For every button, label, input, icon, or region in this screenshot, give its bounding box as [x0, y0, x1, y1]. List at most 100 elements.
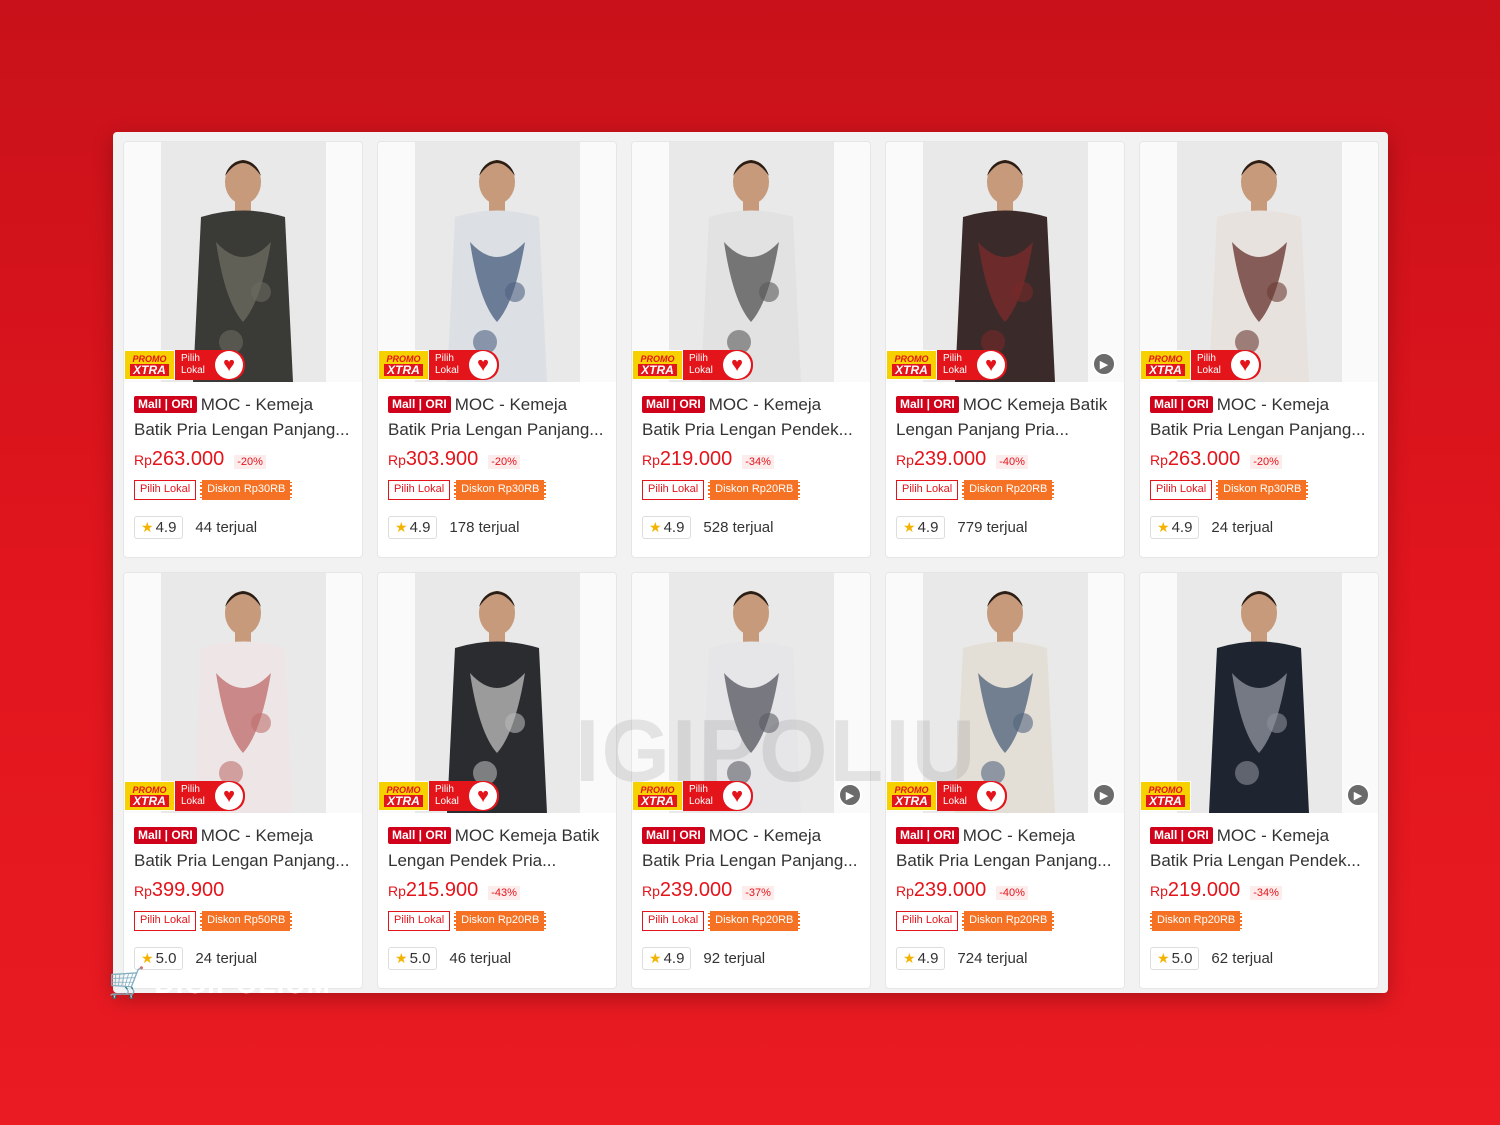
mall-ori-badge: Mall | ORI — [642, 827, 705, 844]
pilih-lokal-tag: Pilih Lokal — [1150, 480, 1213, 500]
product-price: 239.000 — [913, 879, 987, 901]
product-tags: Diskon Rp20RB — [1150, 911, 1368, 931]
sold-count: 92 terjual — [703, 949, 766, 967]
product-title[interactable]: Mall | ORI MOC - Kemeja Batik Pria Lengan… — [1150, 392, 1368, 442]
model-photo — [161, 573, 326, 813]
product-image[interactable]: PROMO XTRA Pilih Lokal ♥ — [378, 573, 616, 813]
rating-row: ★ 4.9 724 terjual — [896, 945, 1114, 971]
promo-xtra-badge: PROMO XTRA — [378, 781, 429, 811]
product-title[interactable]: Mall | ORI MOC - Kemeja Batik Pria Lengan… — [642, 823, 860, 873]
cart-icon: 🛒 — [108, 967, 147, 1000]
model-photo — [415, 142, 580, 382]
rating-badge: ★ 4.9 — [134, 515, 184, 539]
product-price: 263.000 — [151, 448, 225, 470]
currency-label: Rp — [642, 452, 660, 468]
sold-count: 178 terjual — [449, 518, 520, 536]
mall-ori-badge: Mall | ORI — [134, 827, 197, 844]
heart-icon: ♥ — [977, 351, 1005, 379]
heart-icon: ♥ — [723, 351, 751, 379]
product-card[interactable]: PROMO XTRA Pilih Lokal ♥ Mall | ORI MOC - … — [123, 572, 363, 989]
product-price: 263.000 — [1167, 448, 1241, 470]
product-tags: Pilih Lokal Diskon Rp20RB — [896, 911, 1114, 931]
model-photo — [923, 573, 1088, 813]
product-title[interactable]: Mall | ORI MOC - Kemeja Batik Pria Lengan… — [896, 823, 1114, 873]
heart-icon: ♥ — [723, 782, 751, 810]
product-card[interactable]: PROMO XTRA Pilih Lokal ♥ ▶ Mall | ORI MOC … — [631, 572, 871, 989]
diskon-tag: Diskon Rp30RB — [454, 480, 547, 500]
pilih-lokal-badge: Pilih Lokal ♥ — [683, 781, 753, 811]
rating-badge: ★ 5.0 — [1150, 946, 1200, 970]
play-video-icon[interactable]: ▶ — [838, 783, 862, 807]
product-card[interactable]: PROMO XTRA Pilih Lokal ♥ Mall | ORI MOC - … — [377, 141, 617, 558]
currency-label: Rp — [388, 883, 406, 899]
star-icon: ★ — [649, 518, 662, 535]
promo-badges: PROMO XTRA Pilih Lokal ♥ — [124, 350, 245, 382]
product-image[interactable]: PROMO XTRA Pilih Lokal ♥ ▶ — [886, 573, 1124, 813]
currency-label: Rp — [896, 452, 914, 468]
play-video-icon[interactable]: ▶ — [1092, 783, 1116, 807]
sold-count: 24 terjual — [195, 949, 258, 967]
product-image[interactable]: PROMO XTRA ▶ — [1140, 573, 1378, 813]
product-title[interactable]: Mall | ORI MOC - Kemeja Batik Pria Lengan… — [134, 823, 352, 873]
product-card[interactable]: PROMO XTRA Pilih Lokal ♥ ▶ Mall | ORI MOC … — [885, 572, 1125, 989]
product-image[interactable]: PROMO XTRA Pilih Lokal ♥ — [1140, 142, 1378, 382]
heart-icon: ♥ — [469, 782, 497, 810]
promo-xtra-badge: PROMO XTRA — [632, 350, 683, 380]
product-image[interactable]: PROMO XTRA Pilih Lokal ♥ — [124, 142, 362, 382]
mall-ori-badge: Mall | ORI — [388, 827, 451, 844]
pilih-lokal-badge: Pilih Lokal ♥ — [429, 350, 499, 380]
price-row: Rp 263.000 -20% — [134, 448, 352, 472]
product-title[interactable]: Mall | ORI MOC Kemeja Batik Lengan Pendek… — [388, 823, 606, 873]
product-title[interactable]: Mall | ORI MOC - Kemeja Batik Pria Lengan… — [388, 392, 606, 442]
diskon-tag: Diskon Rp20RB — [708, 911, 801, 931]
model-photo — [1177, 573, 1342, 813]
product-price: 239.000 — [659, 879, 733, 901]
product-tags: Pilih Lokal Diskon Rp20RB — [388, 911, 606, 931]
promo-badges: PROMO XTRA Pilih Lokal ♥ — [886, 350, 1007, 382]
sold-count: 44 terjual — [195, 518, 258, 536]
product-title[interactable]: Mall | ORI MOC - Kemeja Batik Pria Lengan… — [134, 392, 352, 442]
star-icon: ★ — [395, 949, 408, 966]
pilih-lokal-tag: Pilih Lokal — [896, 911, 959, 931]
sold-count: 724 terjual — [957, 949, 1028, 967]
product-image[interactable]: PROMO XTRA Pilih Lokal ♥ ▶ — [632, 573, 870, 813]
currency-label: Rp — [642, 883, 660, 899]
product-image[interactable]: PROMO XTRA Pilih Lokal ♥ — [378, 142, 616, 382]
play-video-icon[interactable]: ▶ — [1346, 783, 1370, 807]
product-image[interactable]: PROMO XTRA Pilih Lokal ♥ — [124, 573, 362, 813]
product-title[interactable]: Mall | ORI MOC - Kemeja Batik Pria Lengan… — [642, 392, 860, 442]
rating-row: ★ 4.9 92 terjual — [642, 945, 860, 971]
rating-row: ★ 4.9 44 terjual — [134, 514, 352, 540]
product-title[interactable]: Mall | ORI MOC Kemeja Batik Lengan Panjan… — [896, 392, 1114, 442]
mall-ori-badge: Mall | ORI — [134, 396, 197, 413]
promo-badges: PROMO XTRA Pilih Lokal ♥ — [1140, 350, 1261, 382]
product-card[interactable]: PROMO XTRA Pilih Lokal ♥ Mall | ORI MOC - … — [1139, 141, 1379, 558]
product-tags: Pilih Lokal Diskon Rp30RB — [1150, 480, 1368, 500]
product-card[interactable]: PROMO XTRA Pilih Lokal ♥ ▶ Mall | ORI MOC … — [885, 141, 1125, 558]
diskon-tag: Diskon Rp20RB — [454, 911, 547, 931]
price-row: Rp 263.000 -20% — [1150, 448, 1368, 472]
product-card[interactable]: PROMO XTRA Pilih Lokal ♥ Mall | ORI MOC Ke… — [377, 572, 617, 989]
product-image[interactable]: PROMO XTRA Pilih Lokal ♥ — [632, 142, 870, 382]
product-image[interactable]: PROMO XTRA Pilih Lokal ♥ ▶ — [886, 142, 1124, 382]
mall-ori-badge: Mall | ORI — [896, 396, 959, 413]
product-card[interactable]: PROMO XTRA Pilih Lokal ♥ Mall | ORI MOC - … — [123, 141, 363, 558]
promo-xtra-badge: PROMO XTRA — [124, 781, 175, 811]
pilih-lokal-tag: Pilih Lokal — [388, 911, 451, 931]
product-title[interactable]: Mall | ORI MOC - Kemeja Batik Pria Lengan… — [1150, 823, 1368, 873]
star-icon: ★ — [141, 949, 154, 966]
currency-label: Rp — [896, 883, 914, 899]
pilih-lokal-tag: Pilih Lokal — [134, 480, 197, 500]
diskon-tag: Diskon Rp20RB — [962, 911, 1055, 931]
pilih-lokal-badge: Pilih Lokal ♥ — [429, 781, 499, 811]
play-video-icon[interactable]: ▶ — [1092, 352, 1116, 376]
model-photo — [415, 573, 580, 813]
discount-badge: -34% — [742, 455, 774, 469]
currency-label: Rp — [388, 452, 406, 468]
product-card[interactable]: PROMO XTRA Pilih Lokal ♥ Mall | ORI MOC - … — [631, 141, 871, 558]
mall-ori-badge: Mall | ORI — [896, 827, 959, 844]
price-row: Rp 303.900 -20% — [388, 448, 606, 472]
discount-badge: -43% — [488, 886, 520, 900]
product-card[interactable]: PROMO XTRA ▶ Mall | ORI MOC - Kemeja Bati… — [1139, 572, 1379, 989]
star-icon: ★ — [1157, 949, 1170, 966]
